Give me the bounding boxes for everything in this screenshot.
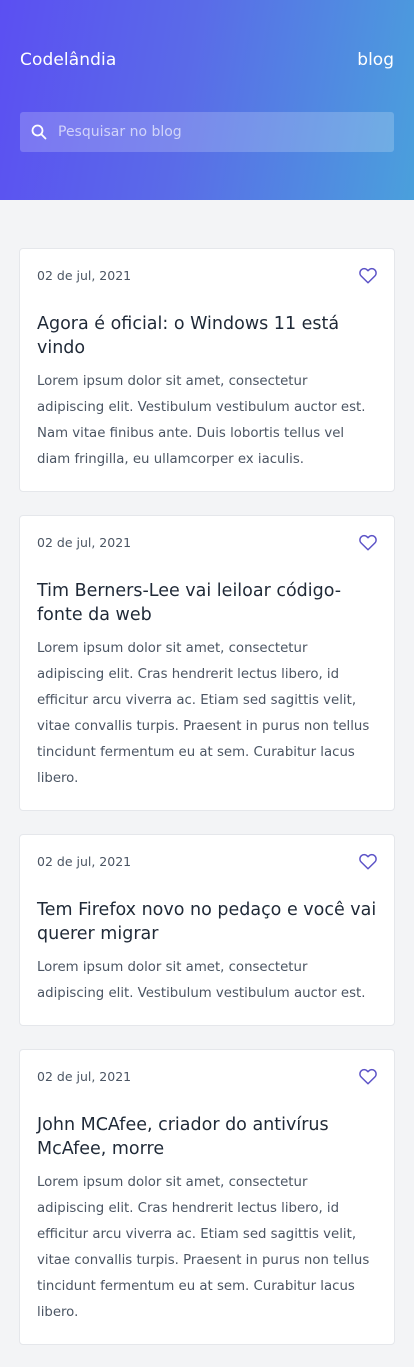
post-date: 02 de jul, 2021 — [37, 1068, 132, 1084]
post-title[interactable]: Tim Berners-Lee vai leiloar código-fonte… — [37, 579, 377, 627]
post-excerpt: Lorem ipsum dolor sit amet, consectetur … — [37, 960, 366, 1001]
search-box[interactable] — [20, 112, 394, 152]
post-meta: 02 de jul, 2021 — [37, 849, 377, 873]
like-button[interactable] — [357, 1065, 379, 1087]
post-excerpt: Lorem ipsum dolor sit amet, consectetur … — [37, 641, 370, 786]
post-card[interactable]: 02 de jul, 2021 John MCAfee, criador do … — [19, 1049, 395, 1345]
post-meta: 02 de jul, 2021 — [37, 530, 377, 554]
like-button[interactable] — [357, 264, 379, 286]
search-icon — [30, 123, 48, 141]
post-meta: 02 de jul, 2021 — [37, 1064, 377, 1088]
post-card[interactable]: 02 de jul, 2021 Agora é oficial: o Windo… — [19, 248, 395, 492]
post-card[interactable]: 02 de jul, 2021 Tim Berners-Lee vai leil… — [19, 515, 395, 811]
header-bar: Codelândia blog — [20, 0, 394, 70]
like-button[interactable] — [357, 531, 379, 553]
post-excerpt: Lorem ipsum dolor sit amet, consectetur … — [37, 374, 366, 467]
like-button[interactable] — [357, 850, 379, 872]
post-list: 02 de jul, 2021 Agora é oficial: o Windo… — [0, 200, 414, 1345]
post-title[interactable]: Agora é oficial: o Windows 11 está vindo — [37, 312, 377, 360]
search-input[interactable] — [58, 112, 394, 152]
post-title[interactable]: John MCAfee, criador do antivírus McAfee… — [37, 1113, 377, 1161]
heart-icon — [359, 267, 377, 284]
post-card[interactable]: 02 de jul, 2021 Tem Firefox novo no peda… — [19, 834, 395, 1026]
site-header: Codelândia blog — [0, 0, 414, 200]
post-date: 02 de jul, 2021 — [37, 267, 132, 283]
post-date: 02 de jul, 2021 — [37, 853, 132, 869]
nav-link-blog[interactable]: blog — [357, 50, 394, 70]
post-excerpt: Lorem ipsum dolor sit amet, consectetur … — [37, 1175, 370, 1320]
heart-icon — [359, 534, 377, 551]
heart-icon — [359, 1068, 377, 1085]
brand-logo[interactable]: Codelândia — [20, 50, 116, 70]
heart-icon — [359, 853, 377, 870]
post-title[interactable]: Tem Firefox novo no pedaço e você vai qu… — [37, 898, 377, 946]
post-meta: 02 de jul, 2021 — [37, 263, 377, 287]
post-date: 02 de jul, 2021 — [37, 534, 132, 550]
